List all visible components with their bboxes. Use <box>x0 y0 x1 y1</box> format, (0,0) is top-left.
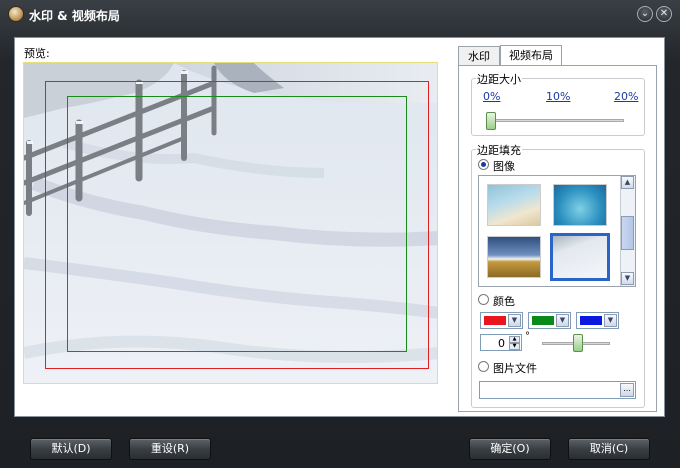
thumbnail-snow-fence[interactable] <box>550 233 610 281</box>
scroll-down-icon[interactable]: ▼ <box>621 272 634 285</box>
color-picker-red[interactable]: ▼ <box>480 312 523 329</box>
picture-file-label: 图片文件 <box>493 362 537 375</box>
scroll-up-icon[interactable]: ▲ <box>621 176 634 189</box>
image-thumbnail-list[interactable]: ▲ ▼ <box>478 175 636 287</box>
reset-button[interactable]: 重设(R) <box>129 438 211 460</box>
blue-swatch <box>580 316 602 325</box>
margin-size-slider-thumb[interactable] <box>486 112 496 130</box>
angle-slider-thumb[interactable] <box>573 334 583 352</box>
margin-fill-title: 边距填充 <box>476 142 522 158</box>
default-button[interactable]: 默认(D) <box>30 438 112 460</box>
close-button[interactable]: ✕ <box>656 6 672 22</box>
angle-unit: ° <box>525 331 530 342</box>
chevron-down-icon[interactable]: ▼ <box>604 314 617 327</box>
color-radio-label: 颜色 <box>493 295 515 308</box>
image-radio[interactable] <box>478 159 489 170</box>
inner-margin-frame <box>67 96 407 352</box>
preview-label: 预览: <box>24 47 50 60</box>
chevron-down-icon[interactable]: ▼ <box>508 314 521 327</box>
picture-file-radio[interactable] <box>478 361 489 372</box>
scroll-thumb[interactable] <box>621 216 634 250</box>
margin-size-title: 边距大小 <box>476 71 522 87</box>
ok-button[interactable]: 确定(O) <box>469 438 551 460</box>
margin-size-slider[interactable] <box>488 119 624 122</box>
minimize-button[interactable]: ⌄ <box>637 6 653 22</box>
thumbnail-blue-water[interactable] <box>553 184 607 226</box>
cancel-button[interactable]: 取消(C) <box>568 438 650 460</box>
color-radio[interactable] <box>478 294 489 305</box>
tick-0[interactable]: 0% <box>483 90 500 103</box>
preview-area <box>23 62 438 384</box>
angle-spinner[interactable]: 0 ▲ ▼ <box>480 334 522 351</box>
tick-10[interactable]: 10% <box>546 90 570 103</box>
chevron-down-icon[interactable]: ▼ <box>556 314 569 327</box>
app-logo-icon <box>8 6 24 22</box>
spin-up-icon[interactable]: ▲ <box>509 336 520 343</box>
picture-file-input[interactable]: ... <box>479 381 636 399</box>
red-swatch <box>484 316 506 325</box>
angle-value[interactable]: 0 <box>498 337 505 350</box>
thumbnail-beach[interactable] <box>487 184 541 226</box>
title-bar[interactable]: 水印 & 视频布局 ⌄ ✕ <box>0 0 680 30</box>
color-picker-green[interactable]: ▼ <box>528 312 571 329</box>
color-picker-blue[interactable]: ▼ <box>576 312 619 329</box>
tab-video-layout[interactable]: 视频布局 <box>500 45 562 66</box>
image-radio-label: 图像 <box>493 160 515 173</box>
margin-size-group: 边距大小 <box>471 71 645 136</box>
window-title: 水印 & 视频布局 <box>29 9 120 23</box>
green-swatch <box>532 316 554 325</box>
thumbnail-wheat-field[interactable] <box>487 236 541 278</box>
tick-20[interactable]: 20% <box>614 90 638 103</box>
thumbnail-scrollbar[interactable]: ▲ ▼ <box>620 176 635 286</box>
tab-watermark[interactable]: 水印 <box>458 46 500 65</box>
spin-down-icon[interactable]: ▼ <box>509 343 520 350</box>
browse-button[interactable]: ... <box>620 383 634 397</box>
